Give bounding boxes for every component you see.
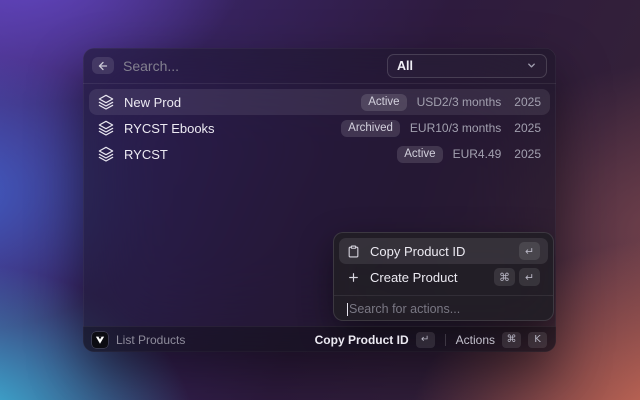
k-key: K: [528, 331, 547, 348]
command-title: List Products: [116, 332, 186, 347]
return-key: ↵: [519, 268, 540, 286]
product-meta: Archived EUR10/3 months 2025: [341, 119, 541, 137]
filter-selected-value: All: [397, 58, 413, 73]
layers-icon: [98, 94, 114, 110]
plus-icon: [347, 271, 360, 284]
action-shortcut: ↵: [519, 242, 540, 260]
return-key: ↵: [415, 331, 435, 348]
product-meta: Active USD2/3 months 2025: [361, 93, 541, 111]
product-row-new-prod[interactable]: New Prod Active USD2/3 months 2025: [89, 89, 550, 115]
product-meta: Active EUR4.49 2025: [397, 145, 541, 163]
layers-icon: [98, 146, 114, 162]
product-price: EUR4.49: [452, 147, 502, 161]
product-price: USD2/3 months: [416, 95, 502, 109]
footer-divider: [444, 333, 446, 346]
product-price: EUR10/3 months: [409, 121, 502, 135]
footer-right: Copy Product ID ↵ Actions ⌘ K: [315, 331, 547, 348]
arrow-left-icon: [97, 60, 109, 72]
action-create-product[interactable]: Create Product ⌘ ↵: [339, 264, 548, 290]
product-year: 2025: [514, 121, 541, 135]
app-logo-icon: [92, 331, 108, 348]
product-name: RYCST: [124, 146, 168, 162]
product-row-rycst[interactable]: RYCST Active EUR4.49 2025: [89, 141, 550, 167]
action-label: Copy Product ID: [370, 243, 466, 259]
command-palette-window: All New Prod Active USD2/3 months 2025 R…: [83, 48, 556, 352]
clipboard-icon: [347, 245, 360, 258]
product-year: 2025: [514, 95, 541, 109]
layers-icon: [98, 120, 114, 136]
search-header: All: [83, 48, 556, 84]
back-button[interactable]: [92, 57, 114, 74]
product-row-rycst-ebooks[interactable]: RYCST Ebooks Archived EUR10/3 months 202…: [89, 115, 550, 141]
search-input[interactable]: [123, 57, 378, 74]
chevron-down-icon: [526, 60, 537, 71]
status-badge: Active: [397, 145, 443, 163]
primary-action-label[interactable]: Copy Product ID: [315, 333, 409, 347]
filter-dropdown[interactable]: All: [387, 53, 547, 78]
command-key: ⌘: [494, 268, 515, 286]
status-badge: Active: [361, 93, 407, 111]
text-cursor: [347, 302, 348, 316]
actions-search: [334, 296, 553, 322]
product-name: New Prod: [124, 94, 182, 110]
product-name: RYCST Ebooks: [124, 120, 215, 136]
actions-search-input[interactable]: [349, 302, 540, 316]
actions-popup: Copy Product ID ↵ Create Product ⌘ ↵: [333, 232, 554, 321]
status-badge: Archived: [341, 119, 400, 137]
actions-button[interactable]: Actions: [456, 333, 495, 347]
product-list: New Prod Active USD2/3 months 2025 RYCST…: [83, 84, 556, 172]
return-key: ↵: [519, 242, 540, 260]
product-year: 2025: [514, 147, 541, 161]
action-copy-product-id[interactable]: Copy Product ID ↵: [339, 238, 548, 264]
action-shortcut: ⌘ ↵: [494, 268, 540, 286]
command-key: ⌘: [502, 331, 521, 348]
action-label: Create Product: [370, 269, 458, 285]
footer-bar: List Products Copy Product ID ↵ Actions …: [83, 326, 556, 352]
